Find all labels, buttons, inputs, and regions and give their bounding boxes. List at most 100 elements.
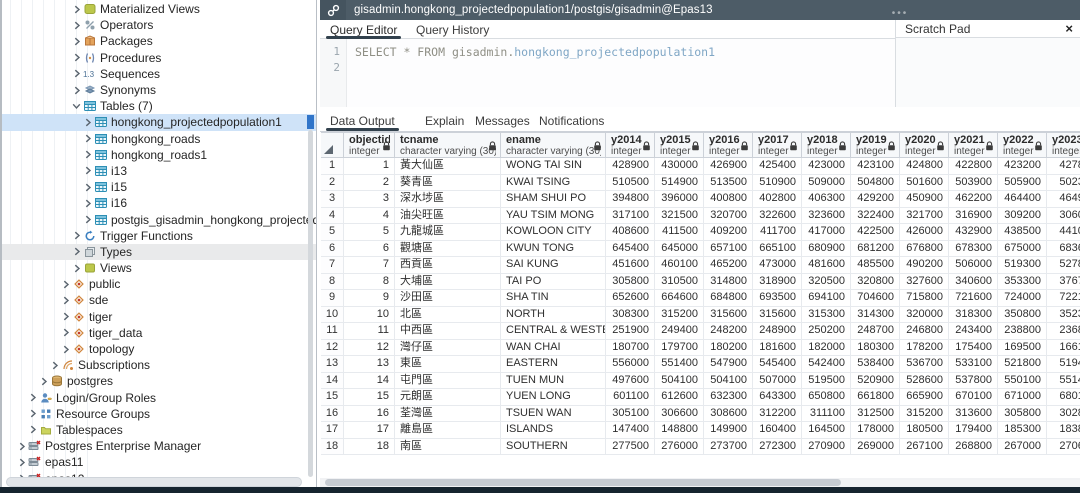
cell-y2019[interactable]: 248700 — [851, 323, 900, 340]
tab-query-editor[interactable]: Query Editor — [326, 20, 401, 39]
tree-item[interactable]: hongkong_projectedpopulation1 — [2, 114, 317, 130]
cell-objectid[interactable]: 11 — [344, 323, 395, 340]
cell-objectid[interactable]: 13 — [344, 356, 395, 373]
cell-ename[interactable]: SOUTHERN — [501, 439, 606, 456]
cell-y2023[interactable]: 42780 — [1047, 158, 1080, 175]
cell-y2018[interactable]: 164500 — [802, 422, 851, 439]
cell-y2020[interactable]: 320000 — [900, 307, 949, 324]
cell-y2019[interactable]: 314300 — [851, 307, 900, 324]
cell-tcname[interactable]: 北區 — [395, 307, 501, 324]
cell-y2016[interactable]: 513500 — [704, 175, 753, 192]
column-header-y2017[interactable]: y2017integer — [753, 132, 802, 158]
cell-y2022[interactable]: 550100 — [998, 373, 1047, 390]
chevron-right-icon[interactable] — [60, 296, 71, 305]
cell-y2019[interactable]: 429200 — [851, 191, 900, 208]
row-number[interactable]: 3 — [321, 191, 344, 208]
cell-tcname[interactable]: 深水埗區 — [395, 191, 501, 208]
cell-y2016[interactable]: 273700 — [704, 439, 753, 456]
chevron-right-icon[interactable] — [60, 312, 71, 321]
tree-item[interactable]: 1.3Sequences — [2, 66, 317, 82]
chevron-right-icon[interactable] — [82, 199, 93, 208]
cell-ename[interactable]: TAI PO — [501, 274, 606, 291]
cell-tcname[interactable]: 中西區 — [395, 323, 501, 340]
cell-y2018[interactable]: 320500 — [802, 274, 851, 291]
cell-y2018[interactable]: 509000 — [802, 175, 851, 192]
column-header-y2023[interactable]: y2023integer — [1047, 132, 1080, 158]
cell-objectid[interactable]: 2 — [344, 175, 395, 192]
chevron-right-icon[interactable] — [27, 425, 38, 434]
column-header-y2015[interactable]: y2015integer — [655, 132, 704, 158]
tree-item[interactable]: sde — [2, 292, 317, 308]
cell-objectid[interactable]: 1 — [344, 158, 395, 175]
cell-y2016[interactable]: 657100 — [704, 241, 753, 258]
cell-y2018[interactable]: 650800 — [802, 389, 851, 406]
cell-objectid[interactable]: 17 — [344, 422, 395, 439]
chevron-right-icon[interactable] — [71, 21, 82, 30]
cell-y2015[interactable]: 276000 — [655, 439, 704, 456]
chevron-right-icon[interactable] — [71, 86, 82, 95]
cell-y2016[interactable]: 409200 — [704, 224, 753, 241]
cell-y2020[interactable]: 267100 — [900, 439, 949, 456]
cell-y2019[interactable]: 520900 — [851, 373, 900, 390]
cell-y2016[interactable]: 632300 — [704, 389, 753, 406]
cell-y2021[interactable]: 670100 — [949, 389, 998, 406]
cell-ename[interactable]: WONG TAI SIN — [501, 158, 606, 175]
cell-tcname[interactable]: 南區 — [395, 439, 501, 456]
tree-item[interactable]: Login/Group Roles — [2, 390, 317, 406]
chevron-right-icon[interactable] — [82, 118, 93, 127]
cell-tcname[interactable]: 大埔區 — [395, 274, 501, 291]
sql-query-text[interactable]: SELECT * FROM gisadmin.hongkong_projecte… — [355, 44, 715, 60]
cell-y2021[interactable]: 462200 — [949, 191, 998, 208]
cell-y2023[interactable]: 44100 — [1047, 224, 1080, 241]
tree-item[interactable]: epas11 — [2, 454, 317, 470]
tab-messages[interactable]: Messages — [471, 110, 534, 131]
cell-y2019[interactable]: 180300 — [851, 340, 900, 357]
connection-status-icon[interactable] — [320, 0, 346, 20]
cell-y2019[interactable]: 504800 — [851, 175, 900, 192]
cell-tcname[interactable]: 九龍城區 — [395, 224, 501, 241]
cell-y2018[interactable]: 417000 — [802, 224, 851, 241]
cell-y2021[interactable]: 506000 — [949, 257, 998, 274]
cell-y2022[interactable]: 464400 — [998, 191, 1047, 208]
cell-y2021[interactable]: 721600 — [949, 290, 998, 307]
cell-y2020[interactable]: 315200 — [900, 406, 949, 423]
chevron-right-icon[interactable] — [16, 458, 27, 467]
cell-y2017[interactable]: 315600 — [753, 307, 802, 324]
cell-ename[interactable]: ISLANDS — [501, 422, 606, 439]
row-number[interactable]: 2 — [321, 175, 344, 192]
row-number[interactable]: 9 — [321, 290, 344, 307]
cell-objectid[interactable]: 14 — [344, 373, 395, 390]
cell-y2021[interactable]: 533100 — [949, 356, 998, 373]
cell-y2014[interactable]: 251900 — [606, 323, 655, 340]
cell-y2019[interactable]: 178000 — [851, 422, 900, 439]
cell-tcname[interactable]: 東區 — [395, 356, 501, 373]
cell-y2018[interactable]: 542400 — [802, 356, 851, 373]
cell-y2018[interactable]: 250200 — [802, 323, 851, 340]
cell-y2019[interactable]: 320800 — [851, 274, 900, 291]
sql-editor[interactable]: 1 2 SELECT * FROM gisadmin.hongkong_proj… — [320, 39, 895, 107]
chevron-right-icon[interactable] — [71, 69, 82, 78]
tree-item[interactable]: Views — [2, 260, 317, 276]
cell-y2018[interactable]: 311100 — [802, 406, 851, 423]
cell-objectid[interactable]: 9 — [344, 290, 395, 307]
tree-item[interactable]: public — [2, 276, 317, 292]
cell-y2017[interactable]: 665100 — [753, 241, 802, 258]
cell-y2021[interactable]: 179400 — [949, 422, 998, 439]
cell-y2017[interactable]: 318900 — [753, 274, 802, 291]
cell-ename[interactable]: SHAM SHUI PO — [501, 191, 606, 208]
cell-y2020[interactable]: 536700 — [900, 356, 949, 373]
cell-y2016[interactable]: 314800 — [704, 274, 753, 291]
chevron-right-icon[interactable] — [82, 166, 93, 175]
cell-y2021[interactable]: 503900 — [949, 175, 998, 192]
cell-tcname[interactable]: 灣仔區 — [395, 340, 501, 357]
tree-item[interactable]: hongkong_roads1 — [2, 147, 317, 163]
cell-y2018[interactable]: 406300 — [802, 191, 851, 208]
column-header-y2014[interactable]: y2014integer — [606, 132, 655, 158]
cell-y2015[interactable]: 321500 — [655, 208, 704, 225]
cell-objectid[interactable]: 7 — [344, 257, 395, 274]
tree-item[interactable]: Postgres Enterprise Manager — [2, 438, 317, 454]
cell-y2017[interactable]: 322600 — [753, 208, 802, 225]
cell-y2014[interactable]: 394800 — [606, 191, 655, 208]
cell-y2023[interactable]: 51940 — [1047, 356, 1080, 373]
cell-ename[interactable]: EASTERN — [501, 356, 606, 373]
